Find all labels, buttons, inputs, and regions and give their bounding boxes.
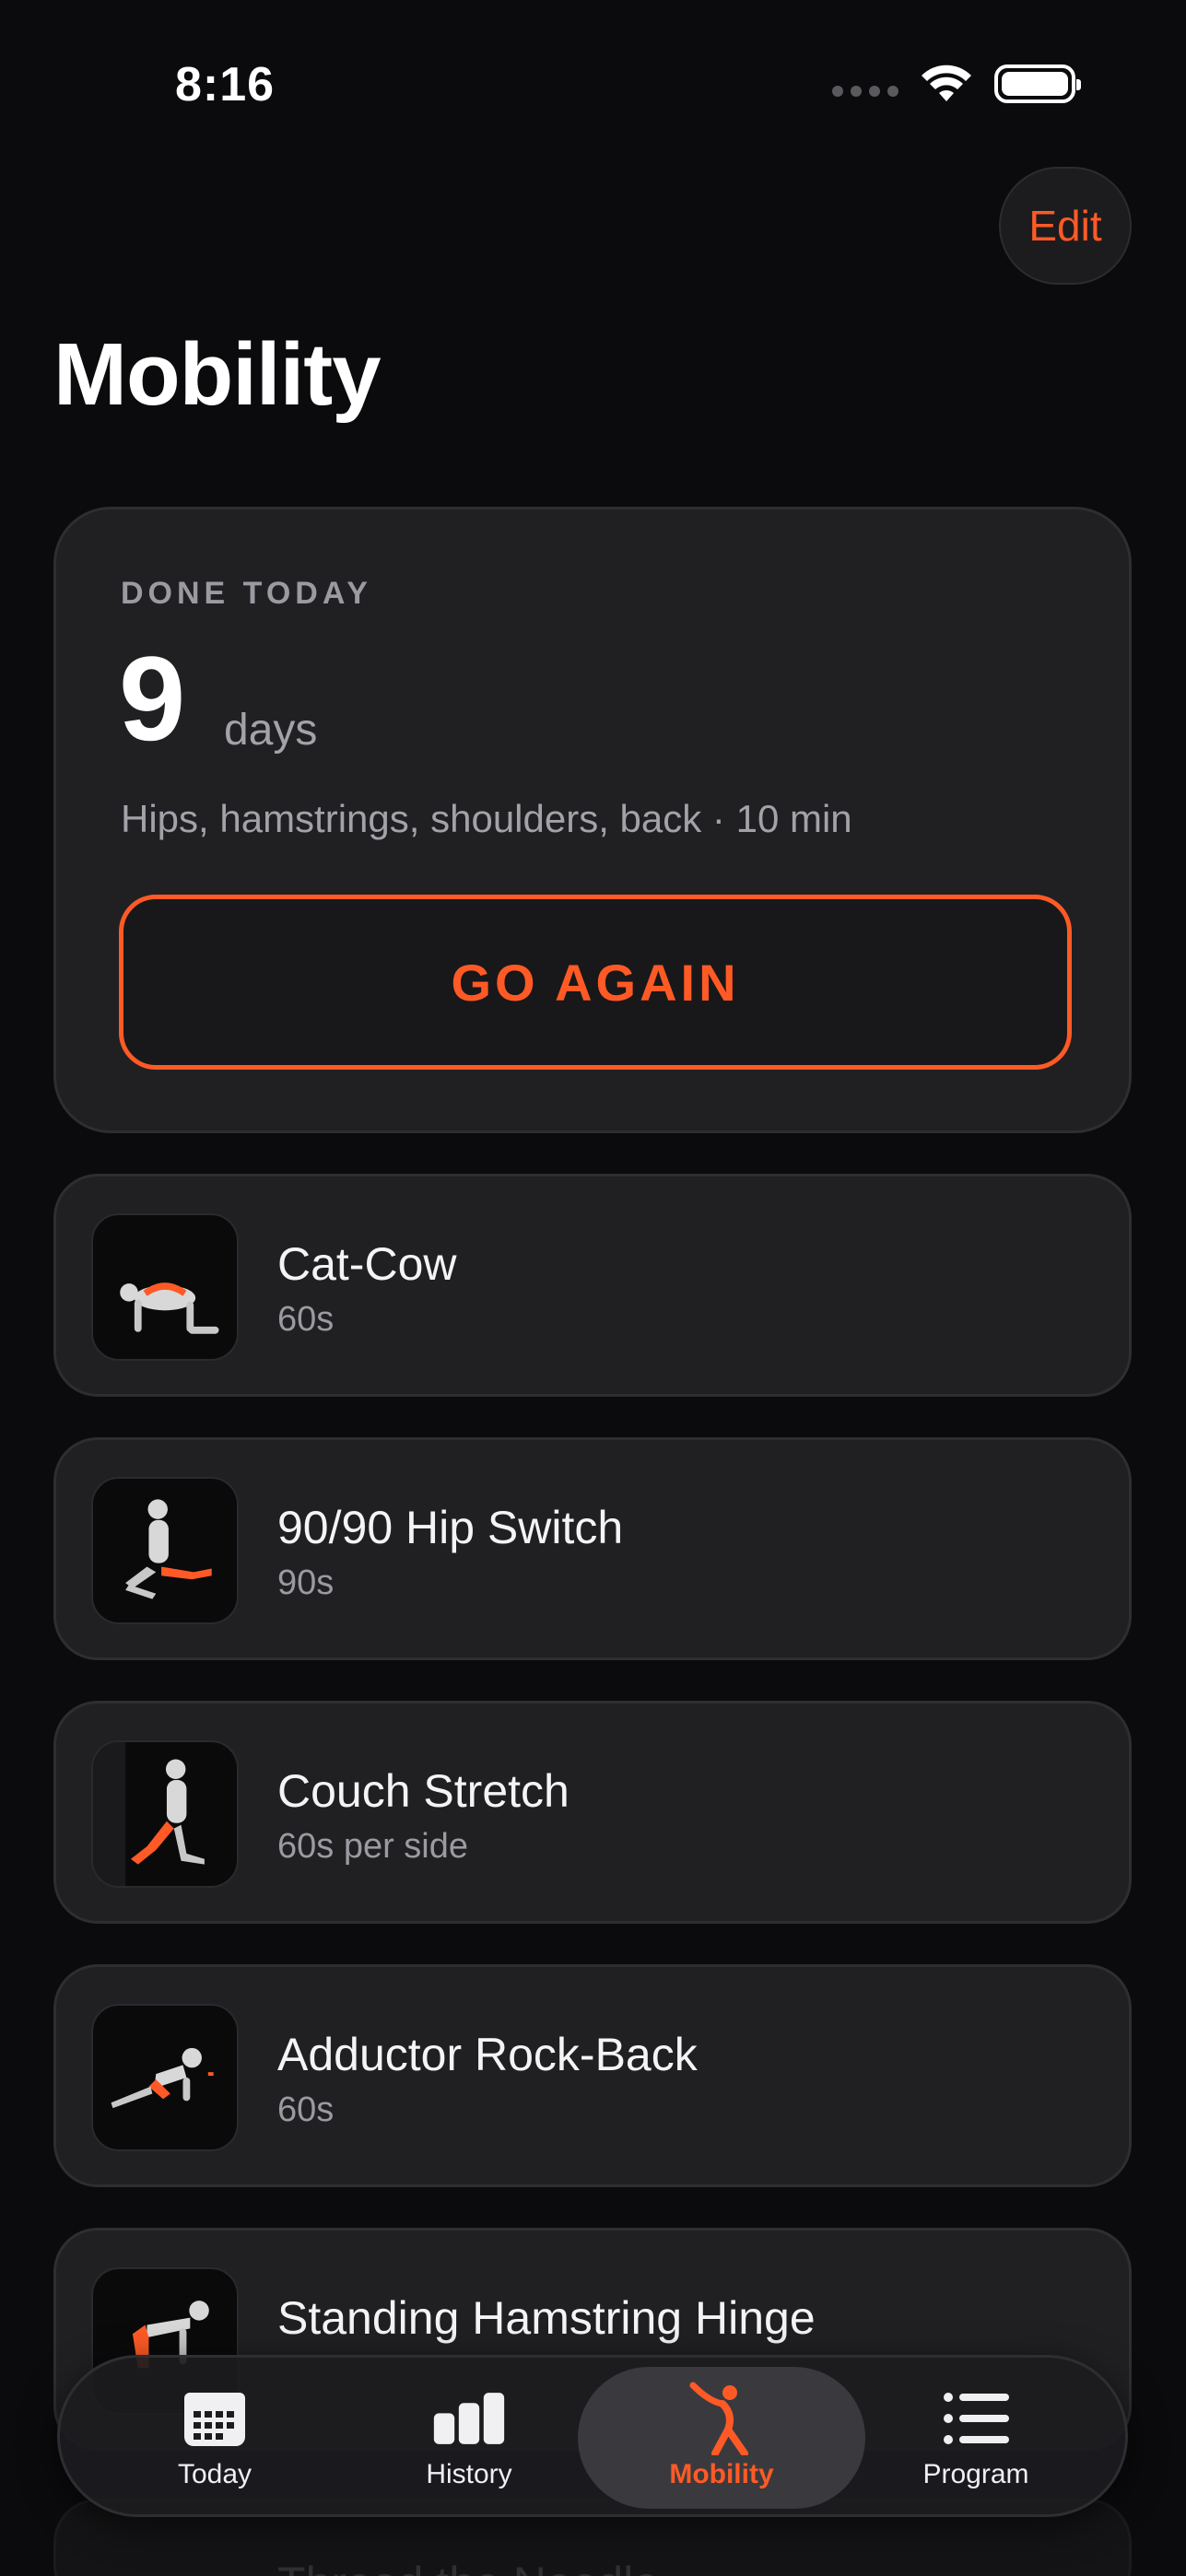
streak-count: 9: [119, 631, 186, 766]
exercise-name: Couch Stretch: [277, 1765, 570, 1817]
status-time: 8:16: [175, 58, 276, 111]
exercise-name: Thread the Needle: [277, 2557, 659, 2576]
done-today-card: DONE TODAY 9 days Hips, hamstrings, shou…: [53, 507, 1132, 1133]
battery-icon: [994, 64, 1081, 103]
edit-button[interactable]: Edit: [999, 167, 1132, 285]
calendar-icon: [178, 2385, 252, 2452]
list-icon: [939, 2385, 1013, 2452]
session-description: Hips, hamstrings, shoulders, back · 10 m…: [121, 797, 852, 840]
wifi-icon: [922, 64, 971, 101]
exercise-duration: 60s per side: [277, 1827, 469, 1866]
status-indicators: [832, 64, 1081, 103]
tab-label: Mobility: [669, 2459, 774, 2489]
mobility-screen: 8:16 Edit Mobility DONE TODAY 9 days Hip…: [0, 0, 1186, 2576]
cellular-signal-icon: [832, 86, 898, 97]
tab-label: History: [426, 2459, 512, 2489]
exercise-card-90-90-hip-switch[interactable]: 90/90 Hip Switch 90s: [53, 1437, 1132, 1660]
stretch-figure-icon: [685, 2382, 758, 2455]
streak-unit: days: [224, 706, 318, 755]
exercise-duration: 60s: [277, 1300, 335, 1339]
exercise-card-adductor-rock-back[interactable]: Adductor Rock-Back 60s: [53, 1964, 1132, 2187]
exercise-name: Cat-Cow: [277, 1238, 457, 1290]
tab-today[interactable]: Today: [88, 2367, 342, 2509]
exercise-card-couch-stretch[interactable]: Couch Stretch 60s per side: [53, 1701, 1132, 1924]
exercise-name: Adductor Rock-Back: [277, 2029, 698, 2080]
exercise-card-cat-cow[interactable]: Cat-Cow 60s: [53, 1174, 1132, 1397]
adductor-rock-back-thumbnail: [91, 2004, 239, 2151]
exercise-name: Standing Hamstring Hinge: [277, 2292, 816, 2344]
exercise-name: 90/90 Hip Switch: [277, 1502, 624, 1553]
couch-stretch-thumbnail: [91, 1740, 239, 1888]
hip-switch-thumbnail: [91, 1477, 239, 1624]
tab-label: Today: [177, 2459, 252, 2489]
tab-history[interactable]: History: [342, 2367, 596, 2509]
exercise-duration: 90s: [277, 1563, 335, 1602]
go-again-button[interactable]: GO AGAIN: [119, 895, 1072, 1070]
bar-chart-icon: [432, 2385, 506, 2452]
tab-label: Program: [922, 2459, 1029, 2489]
tab-bar: Today History Mobility Program: [57, 2355, 1128, 2517]
tab-mobility[interactable]: Mobility: [578, 2367, 865, 2509]
done-today-label: DONE TODAY: [121, 576, 372, 611]
tab-program[interactable]: Program: [849, 2367, 1103, 2509]
page-title: Mobility: [53, 325, 382, 424]
cat-cow-thumbnail: [91, 1213, 239, 1361]
exercise-duration: 60s: [277, 2090, 335, 2129]
